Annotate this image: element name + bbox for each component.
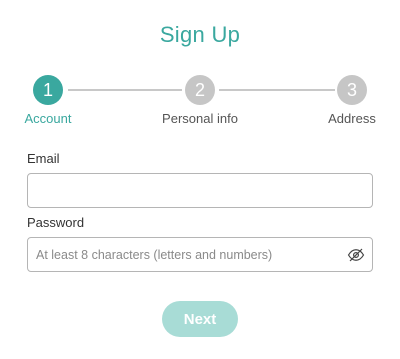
step-number: 3 — [337, 75, 367, 105]
step-address: 3 Address — [292, 75, 400, 126]
step-account: 1 Account — [0, 75, 108, 126]
step-label: Address — [328, 111, 376, 126]
email-field-box — [27, 173, 373, 208]
password-label: Password — [27, 215, 85, 230]
password-field-box — [27, 237, 373, 272]
step-number: 2 — [185, 75, 215, 105]
stepper: 1 Account 2 Personal info 3 Address — [0, 75, 400, 135]
step-number: 1 — [33, 75, 63, 105]
email-label: Email — [27, 151, 60, 166]
step-label: Personal info — [162, 111, 238, 126]
page-title: Sign Up — [159, 22, 241, 47]
step-personal-info: 2 Personal info — [140, 75, 260, 126]
email-field[interactable] — [28, 174, 344, 207]
step-label: Account — [24, 111, 72, 126]
eye-icon[interactable] — [346, 246, 366, 264]
password-field[interactable] — [28, 238, 344, 271]
next-button[interactable]: Next — [162, 301, 238, 337]
